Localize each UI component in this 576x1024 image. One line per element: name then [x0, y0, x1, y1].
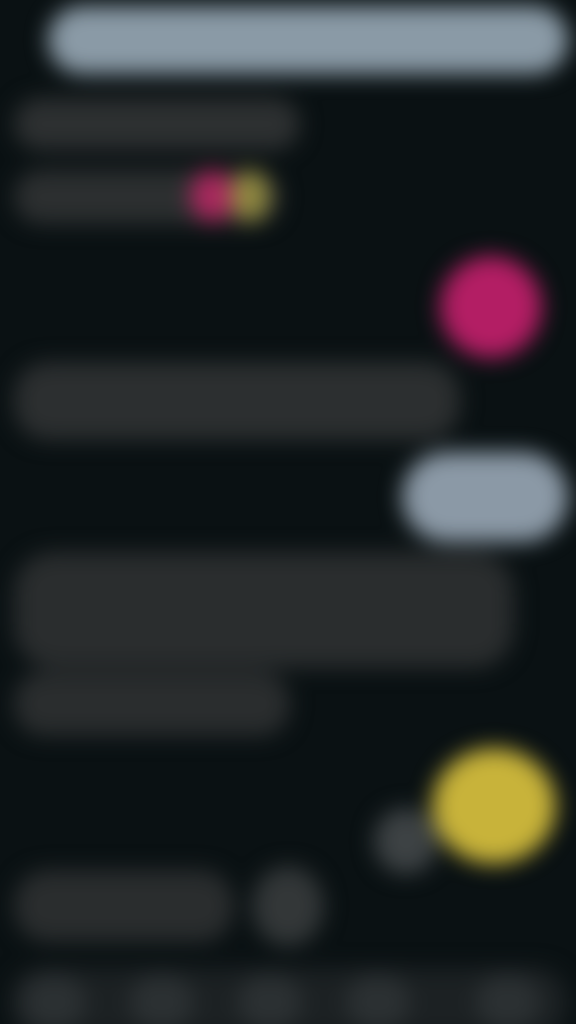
reaction-icon[interactable]: [252, 866, 324, 946]
message-bubble-outgoing[interactable]: [402, 452, 568, 542]
toolbar-item[interactable]: [22, 974, 86, 1024]
toolbar-item[interactable]: [476, 974, 540, 1024]
message-bubble-incoming[interactable]: [14, 672, 290, 736]
reaction-icon[interactable]: [374, 808, 438, 874]
message-bubble-incoming[interactable]: [14, 552, 514, 668]
avatar[interactable]: [440, 256, 542, 358]
blurred-content: [0, 0, 576, 1024]
message-bubble-incoming[interactable]: [14, 870, 234, 942]
message-bubble-incoming[interactable]: [14, 362, 460, 440]
avatar[interactable]: [432, 748, 556, 864]
search-bar[interactable]: [48, 6, 568, 74]
emoji-icon: [230, 170, 270, 222]
toolbar-item[interactable]: [346, 974, 410, 1024]
toolbar-item[interactable]: [238, 974, 302, 1024]
toolbar-item[interactable]: [130, 974, 194, 1024]
chat-screen: [0, 0, 576, 1024]
message-bubble-incoming[interactable]: [14, 98, 300, 150]
